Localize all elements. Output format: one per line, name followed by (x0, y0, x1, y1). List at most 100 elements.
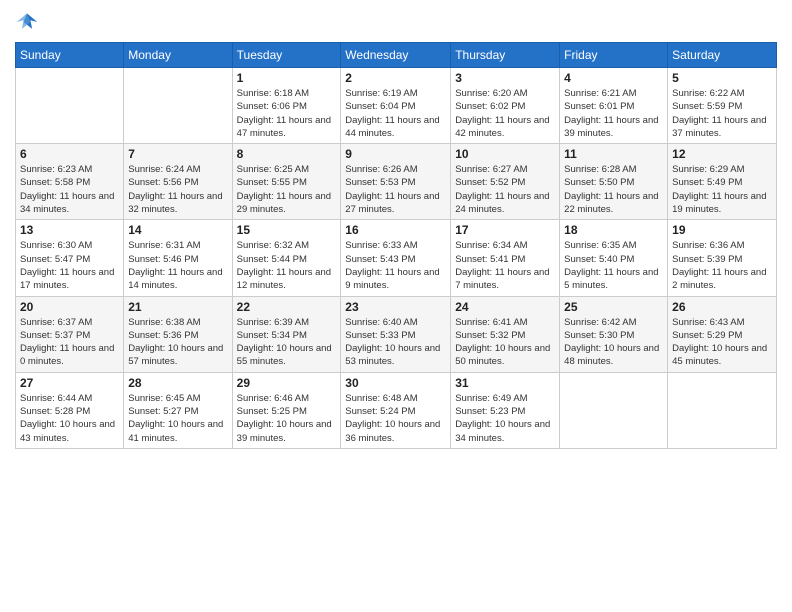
calendar-week-row: 13 Sunrise: 6:30 AMSunset: 5:47 PMDayligh… (16, 220, 777, 296)
day-info: Sunrise: 6:43 AMSunset: 5:29 PMDaylight:… (672, 316, 772, 369)
day-number: 20 (20, 300, 119, 314)
day-info: Sunrise: 6:45 AMSunset: 5:27 PMDaylight:… (128, 392, 227, 445)
calendar-cell: 12 Sunrise: 6:29 AMSunset: 5:49 PMDayligh… (668, 144, 777, 220)
weekday-header-sunday: Sunday (16, 43, 124, 68)
day-info: Sunrise: 6:30 AMSunset: 5:47 PMDaylight:… (20, 239, 119, 292)
weekday-header-row: SundayMondayTuesdayWednesdayThursdayFrid… (16, 43, 777, 68)
day-info: Sunrise: 6:38 AMSunset: 5:36 PMDaylight:… (128, 316, 227, 369)
weekday-header-tuesday: Tuesday (232, 43, 341, 68)
calendar-week-row: 6 Sunrise: 6:23 AMSunset: 5:58 PMDaylight… (16, 144, 777, 220)
day-number: 9 (345, 147, 446, 161)
calendar-cell: 1 Sunrise: 6:18 AMSunset: 6:06 PMDaylight… (232, 68, 341, 144)
calendar-cell: 27 Sunrise: 6:44 AMSunset: 5:28 PMDayligh… (16, 372, 124, 448)
calendar-cell: 26 Sunrise: 6:43 AMSunset: 5:29 PMDayligh… (668, 296, 777, 372)
day-number: 6 (20, 147, 119, 161)
day-number: 30 (345, 376, 446, 390)
calendar-cell: 22 Sunrise: 6:39 AMSunset: 5:34 PMDayligh… (232, 296, 341, 372)
day-info: Sunrise: 6:18 AMSunset: 6:06 PMDaylight:… (237, 87, 337, 140)
calendar-cell (16, 68, 124, 144)
calendar-week-row: 27 Sunrise: 6:44 AMSunset: 5:28 PMDayligh… (16, 372, 777, 448)
day-number: 14 (128, 223, 227, 237)
calendar-cell: 24 Sunrise: 6:41 AMSunset: 5:32 PMDayligh… (451, 296, 560, 372)
day-info: Sunrise: 6:22 AMSunset: 5:59 PMDaylight:… (672, 87, 772, 140)
calendar-week-row: 20 Sunrise: 6:37 AMSunset: 5:37 PMDayligh… (16, 296, 777, 372)
day-info: Sunrise: 6:36 AMSunset: 5:39 PMDaylight:… (672, 239, 772, 292)
calendar-week-row: 1 Sunrise: 6:18 AMSunset: 6:06 PMDaylight… (16, 68, 777, 144)
day-number: 12 (672, 147, 772, 161)
day-info: Sunrise: 6:19 AMSunset: 6:04 PMDaylight:… (345, 87, 446, 140)
logo-bird-icon (15, 10, 39, 34)
day-number: 8 (237, 147, 337, 161)
day-number: 22 (237, 300, 337, 314)
calendar-cell: 23Sunrise: 6:40 AMSunset: 5:33 PMDayligh… (341, 296, 451, 372)
day-number: 4 (564, 71, 663, 85)
calendar-cell: 6 Sunrise: 6:23 AMSunset: 5:58 PMDaylight… (16, 144, 124, 220)
day-number: 3 (455, 71, 555, 85)
calendar-cell: 4Sunrise: 6:21 AMSunset: 6:01 PMDaylight… (560, 68, 668, 144)
day-number: 2 (345, 71, 446, 85)
day-info: Sunrise: 6:44 AMSunset: 5:28 PMDaylight:… (20, 392, 119, 445)
day-number: 24 (455, 300, 555, 314)
day-number: 15 (237, 223, 337, 237)
day-number: 27 (20, 376, 119, 390)
day-number: 10 (455, 147, 555, 161)
calendar-cell (668, 372, 777, 448)
calendar-cell: 16 Sunrise: 6:33 AMSunset: 5:43 PMDayligh… (341, 220, 451, 296)
calendar-cell: 31 Sunrise: 6:49 AMSunset: 5:23 PMDayligh… (451, 372, 560, 448)
day-number: 31 (455, 376, 555, 390)
day-info: Sunrise: 6:31 AMSunset: 5:46 PMDaylight:… (128, 239, 227, 292)
calendar-cell: 7Sunrise: 6:24 AMSunset: 5:56 PMDaylight… (124, 144, 232, 220)
calendar-cell: 30 Sunrise: 6:48 AMSunset: 5:24 PMDayligh… (341, 372, 451, 448)
page: SundayMondayTuesdayWednesdayThursdayFrid… (0, 0, 792, 612)
day-number: 13 (20, 223, 119, 237)
header (15, 10, 777, 34)
day-info: Sunrise: 6:48 AMSunset: 5:24 PMDaylight:… (345, 392, 446, 445)
calendar-cell: 11Sunrise: 6:28 AMSunset: 5:50 PMDayligh… (560, 144, 668, 220)
day-info: Sunrise: 6:23 AMSunset: 5:58 PMDaylight:… (20, 163, 119, 216)
day-info: Sunrise: 6:28 AMSunset: 5:50 PMDaylight:… (564, 163, 663, 216)
weekday-header-wednesday: Wednesday (341, 43, 451, 68)
day-info: Sunrise: 6:20 AMSunset: 6:02 PMDaylight:… (455, 87, 555, 140)
day-info: Sunrise: 6:33 AMSunset: 5:43 PMDaylight:… (345, 239, 446, 292)
calendar-cell: 9 Sunrise: 6:26 AMSunset: 5:53 PMDaylight… (341, 144, 451, 220)
day-info: Sunrise: 6:49 AMSunset: 5:23 PMDaylight:… (455, 392, 555, 445)
calendar-cell: 2 Sunrise: 6:19 AMSunset: 6:04 PMDaylight… (341, 68, 451, 144)
calendar-cell: 29Sunrise: 6:46 AMSunset: 5:25 PMDayligh… (232, 372, 341, 448)
day-info: Sunrise: 6:37 AMSunset: 5:37 PMDaylight:… (20, 316, 119, 369)
weekday-header-saturday: Saturday (668, 43, 777, 68)
day-info: Sunrise: 6:32 AMSunset: 5:44 PMDaylight:… (237, 239, 337, 292)
day-number: 5 (672, 71, 772, 85)
day-number: 19 (672, 223, 772, 237)
calendar-body: 1 Sunrise: 6:18 AMSunset: 6:06 PMDaylight… (16, 68, 777, 449)
calendar-cell: 8 Sunrise: 6:25 AMSunset: 5:55 PMDaylight… (232, 144, 341, 220)
day-info: Sunrise: 6:42 AMSunset: 5:30 PMDaylight:… (564, 316, 663, 369)
day-info: Sunrise: 6:27 AMSunset: 5:52 PMDaylight:… (455, 163, 555, 216)
day-info: Sunrise: 6:39 AMSunset: 5:34 PMDaylight:… (237, 316, 337, 369)
day-info: Sunrise: 6:24 AMSunset: 5:56 PMDaylight:… (128, 163, 227, 216)
weekday-header-monday: Monday (124, 43, 232, 68)
day-number: 28 (128, 376, 227, 390)
calendar-cell: 17Sunrise: 6:34 AMSunset: 5:41 PMDayligh… (451, 220, 560, 296)
day-number: 21 (128, 300, 227, 314)
day-info: Sunrise: 6:25 AMSunset: 5:55 PMDaylight:… (237, 163, 337, 216)
day-info: Sunrise: 6:29 AMSunset: 5:49 PMDaylight:… (672, 163, 772, 216)
calendar-header: SundayMondayTuesdayWednesdayThursdayFrid… (16, 43, 777, 68)
calendar-cell: 15 Sunrise: 6:32 AMSunset: 5:44 PMDayligh… (232, 220, 341, 296)
day-info: Sunrise: 6:26 AMSunset: 5:53 PMDaylight:… (345, 163, 446, 216)
calendar-cell: 19 Sunrise: 6:36 AMSunset: 5:39 PMDayligh… (668, 220, 777, 296)
calendar-cell: 13 Sunrise: 6:30 AMSunset: 5:47 PMDayligh… (16, 220, 124, 296)
calendar-cell: 28 Sunrise: 6:45 AMSunset: 5:27 PMDayligh… (124, 372, 232, 448)
logo (15, 10, 43, 34)
day-info: Sunrise: 6:40 AMSunset: 5:33 PMDaylight:… (345, 316, 446, 369)
day-number: 17 (455, 223, 555, 237)
calendar-cell: 5 Sunrise: 6:22 AMSunset: 5:59 PMDaylight… (668, 68, 777, 144)
day-info: Sunrise: 6:41 AMSunset: 5:32 PMDaylight:… (455, 316, 555, 369)
calendar-cell (124, 68, 232, 144)
calendar-cell: 10 Sunrise: 6:27 AMSunset: 5:52 PMDayligh… (451, 144, 560, 220)
calendar-cell (560, 372, 668, 448)
day-number: 1 (237, 71, 337, 85)
calendar-cell: 14 Sunrise: 6:31 AMSunset: 5:46 PMDayligh… (124, 220, 232, 296)
day-number: 26 (672, 300, 772, 314)
calendar-cell: 21 Sunrise: 6:38 AMSunset: 5:36 PMDayligh… (124, 296, 232, 372)
day-number: 16 (345, 223, 446, 237)
